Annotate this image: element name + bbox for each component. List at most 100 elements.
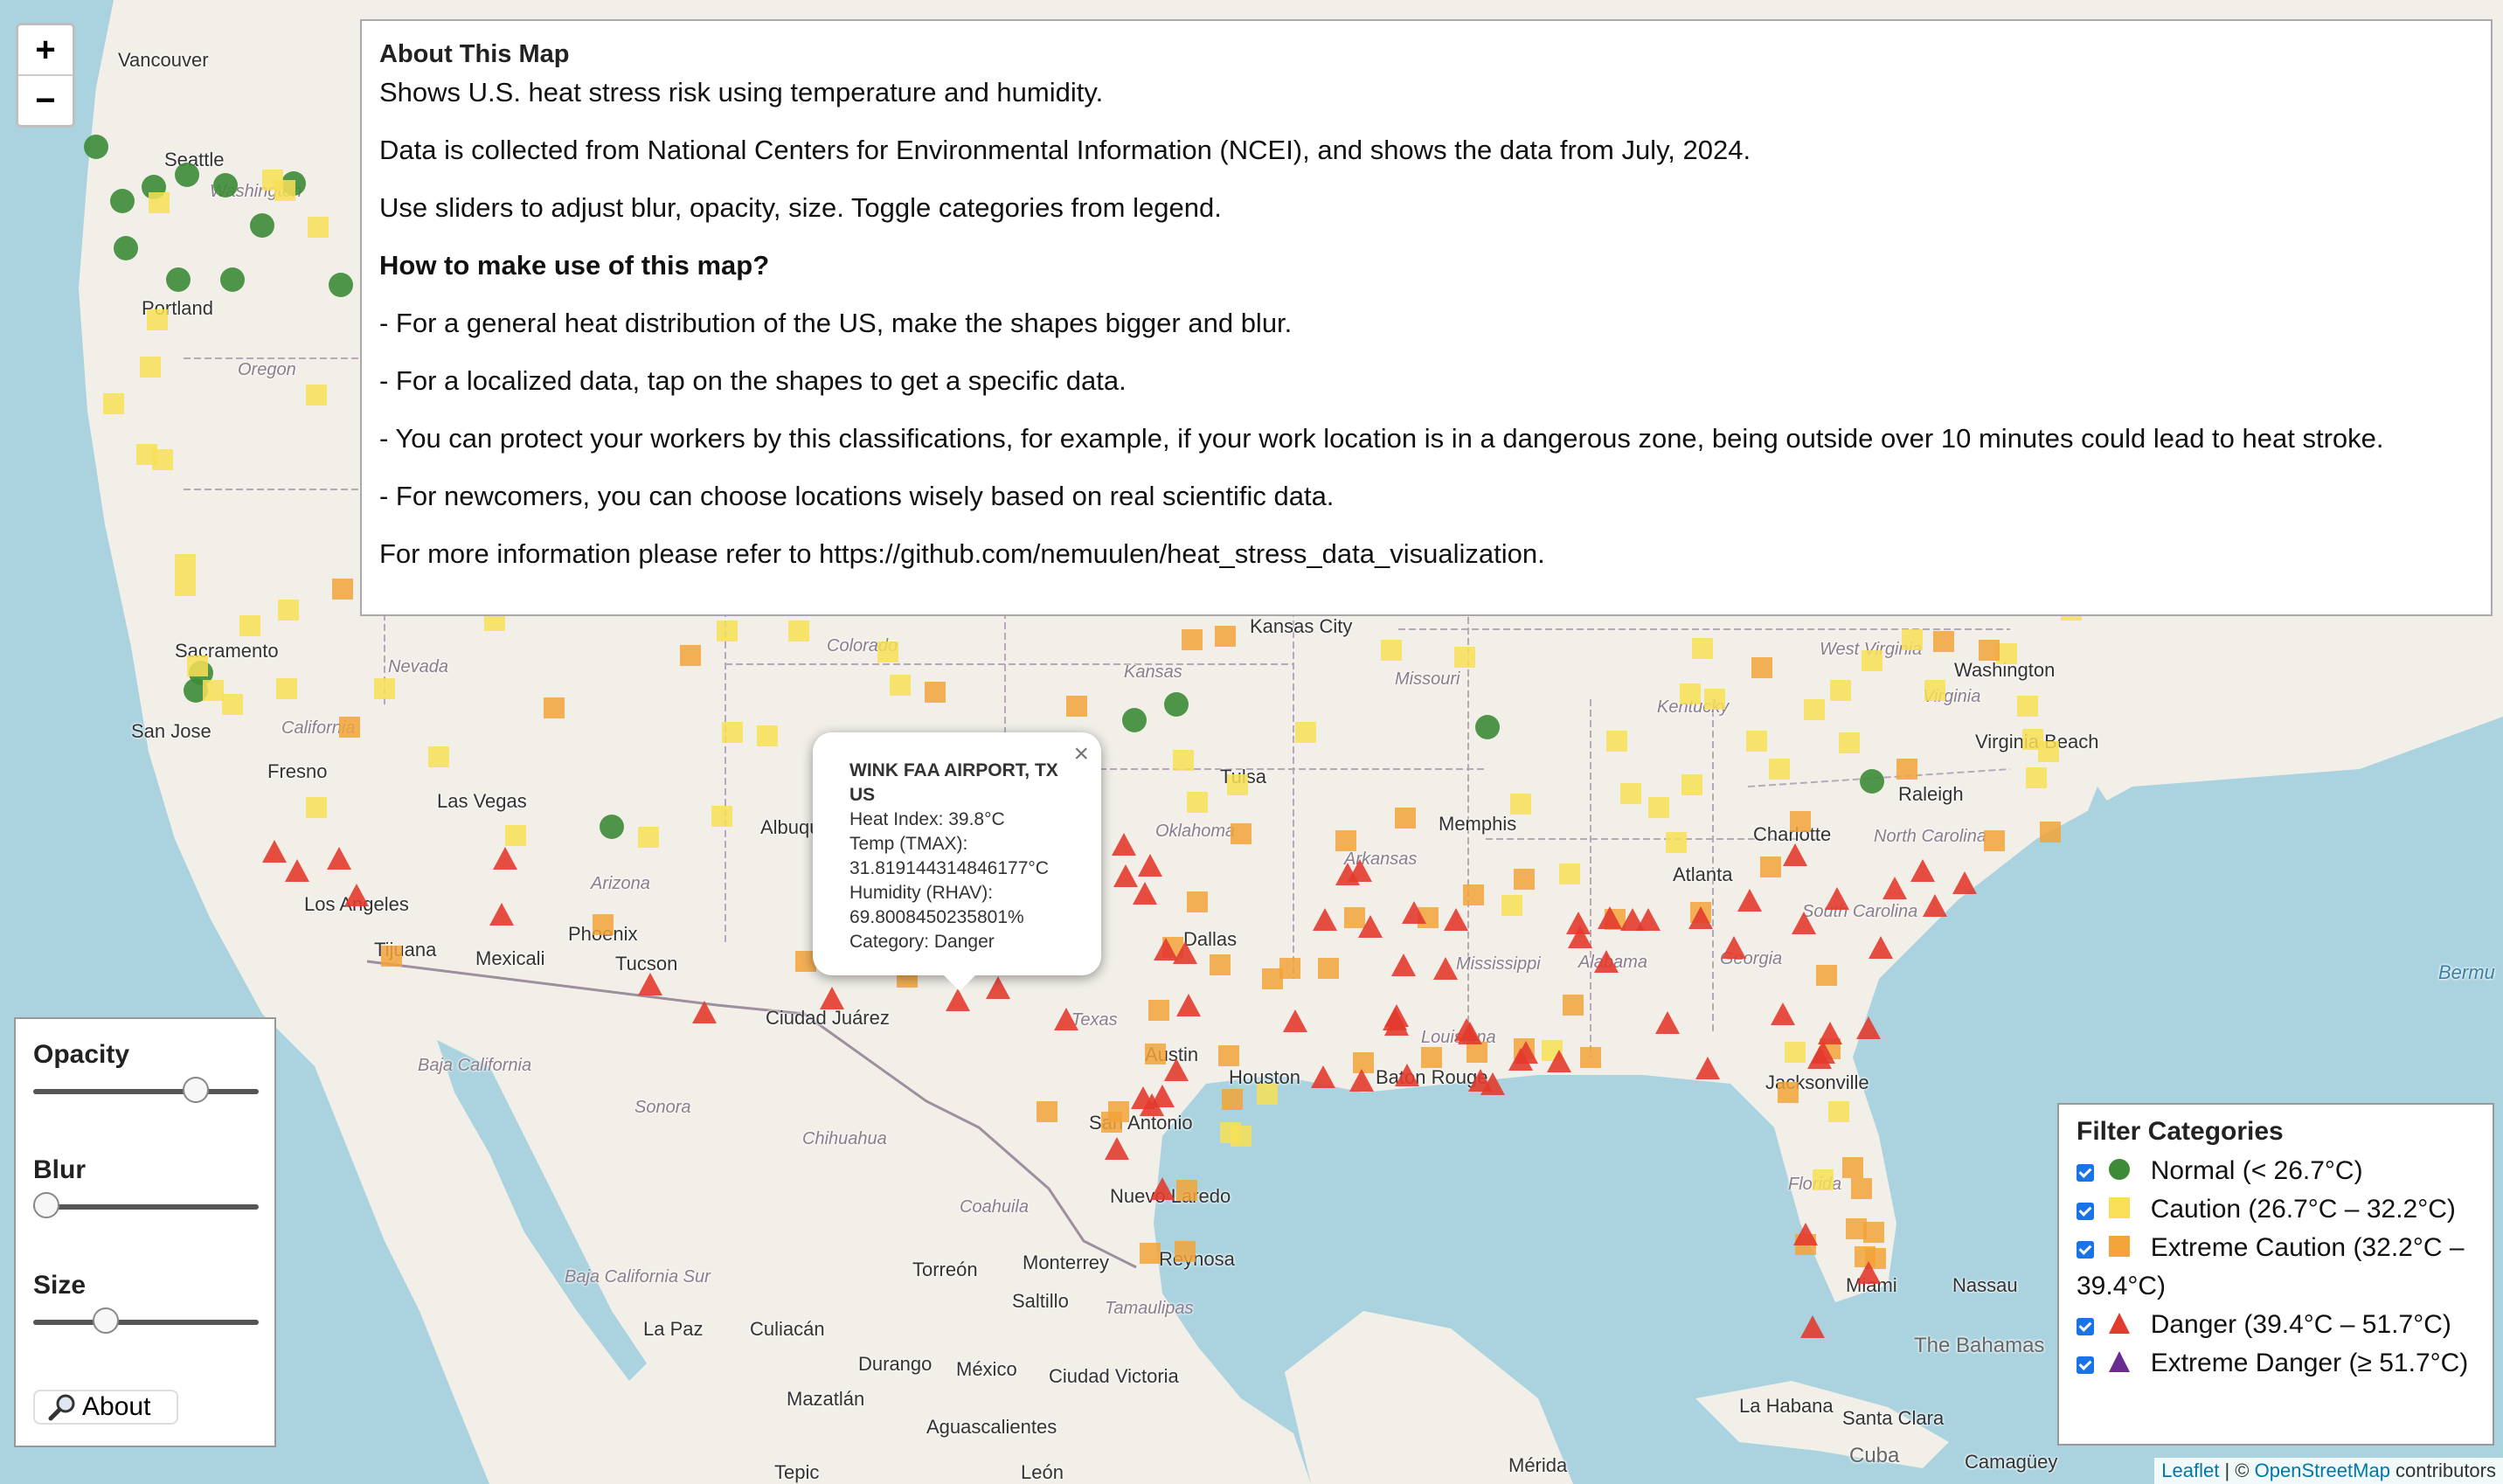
legend-checkbox[interactable] — [2077, 1203, 2094, 1220]
legend-checkbox[interactable] — [2077, 1356, 2094, 1374]
danger-station-marker[interactable] — [1800, 1315, 1825, 1338]
danger-station-marker[interactable] — [327, 847, 351, 870]
extreme-caution-station-marker[interactable] — [1846, 1218, 1867, 1239]
caution-station-marker[interactable] — [890, 675, 911, 696]
caution-station-marker[interactable] — [711, 806, 732, 827]
extreme-caution-station-marker[interactable] — [1182, 629, 1203, 650]
danger-station-marker[interactable] — [1176, 994, 1201, 1016]
danger-station-marker[interactable] — [1923, 894, 1947, 917]
danger-station-marker[interactable] — [489, 903, 514, 926]
caution-station-marker[interactable] — [187, 655, 208, 676]
legend-item-normal[interactable]: Normal (< 26.7°C) — [2077, 1152, 2475, 1190]
caution-station-marker[interactable] — [175, 575, 196, 596]
danger-station-marker[interactable] — [820, 987, 844, 1009]
danger-station-marker[interactable] — [1594, 950, 1619, 973]
extreme-caution-station-marker[interactable] — [381, 946, 402, 967]
legend-item-caution[interactable]: Caution (26.7°C – 32.2°C) — [2077, 1190, 2475, 1229]
danger-station-marker[interactable] — [1655, 1011, 1680, 1034]
caution-station-marker[interactable] — [1804, 699, 1825, 720]
caution-station-marker[interactable] — [1454, 647, 1475, 668]
extreme-caution-station-marker[interactable] — [1816, 965, 1837, 986]
danger-station-marker[interactable] — [1054, 1008, 1078, 1030]
caution-station-marker[interactable] — [505, 825, 526, 846]
extreme-caution-station-marker[interactable] — [1466, 1042, 1487, 1063]
extreme-caution-station-marker[interactable] — [1318, 958, 1339, 979]
danger-station-marker[interactable] — [986, 976, 1010, 999]
normal-station-marker[interactable] — [250, 213, 274, 238]
caution-station-marker[interactable] — [103, 393, 124, 414]
extreme-caution-station-marker[interactable] — [1145, 1044, 1166, 1064]
danger-station-marker[interactable] — [1856, 1261, 1881, 1284]
normal-station-marker[interactable] — [600, 815, 624, 839]
caution-station-marker[interactable] — [308, 217, 329, 238]
danger-station-marker[interactable] — [1783, 843, 1807, 866]
extreme-caution-station-marker[interactable] — [1984, 830, 2005, 851]
extreme-caution-station-marker[interactable] — [1563, 995, 1584, 1016]
danger-station-marker[interactable] — [1825, 887, 1849, 910]
danger-station-marker[interactable] — [1133, 882, 1157, 905]
caution-station-marker[interactable] — [203, 680, 224, 701]
extreme-caution-station-marker[interactable] — [2040, 822, 2061, 843]
danger-station-marker[interactable] — [1722, 936, 1746, 959]
normal-station-marker[interactable] — [114, 236, 138, 260]
legend-checkbox[interactable] — [2077, 1318, 2094, 1335]
opacity-slider-thumb[interactable] — [183, 1077, 209, 1103]
normal-station-marker[interactable] — [329, 273, 353, 297]
caution-station-marker[interactable] — [1902, 629, 1923, 650]
caution-station-marker[interactable] — [1620, 783, 1641, 804]
danger-station-marker[interactable] — [344, 884, 369, 906]
caution-station-marker[interactable] — [877, 641, 898, 662]
danger-station-marker[interactable] — [1910, 859, 1935, 882]
extreme-caution-station-marker[interactable] — [1140, 1243, 1161, 1264]
caution-station-marker[interactable] — [1173, 750, 1194, 771]
normal-station-marker[interactable] — [1122, 708, 1147, 732]
danger-station-marker[interactable] — [1688, 906, 1713, 929]
danger-station-marker[interactable] — [1311, 1065, 1335, 1088]
normal-station-marker[interactable] — [84, 135, 108, 159]
legend-checkbox[interactable] — [2077, 1164, 2094, 1182]
caution-station-marker[interactable] — [1381, 640, 1402, 661]
caution-station-marker[interactable] — [1680, 683, 1701, 704]
danger-station-marker[interactable] — [493, 847, 517, 870]
danger-station-marker[interactable] — [1793, 1223, 1818, 1245]
danger-station-marker[interactable] — [1444, 908, 1468, 931]
caution-station-marker[interactable] — [1813, 1169, 1834, 1190]
extreme-caution-station-marker[interactable] — [1222, 1089, 1243, 1110]
caution-station-marker[interactable] — [152, 449, 173, 470]
leaflet-link[interactable]: Leaflet — [2161, 1460, 2219, 1481]
danger-station-marker[interactable] — [1391, 954, 1416, 976]
caution-station-marker[interactable] — [1692, 638, 1713, 659]
caution-station-marker[interactable] — [276, 678, 297, 699]
caution-station-marker[interactable] — [1510, 794, 1531, 815]
normal-station-marker[interactable] — [1860, 769, 1884, 794]
extreme-caution-station-marker[interactable] — [1066, 696, 1087, 717]
caution-station-marker[interactable] — [1839, 732, 1860, 753]
danger-station-marker[interactable] — [1349, 1069, 1374, 1092]
caution-station-marker[interactable] — [1295, 722, 1316, 743]
caution-station-marker[interactable] — [1830, 680, 1851, 701]
danger-station-marker[interactable] — [946, 988, 970, 1011]
danger-station-marker[interactable] — [1771, 1002, 1795, 1025]
extreme-caution-station-marker[interactable] — [1335, 830, 1356, 851]
caution-station-marker[interactable] — [1924, 680, 1945, 701]
extreme-caution-station-marker[interactable] — [1421, 1047, 1442, 1068]
danger-station-marker[interactable] — [262, 840, 287, 863]
caution-station-marker[interactable] — [374, 678, 395, 699]
caution-station-marker[interactable] — [1681, 774, 1702, 795]
caution-station-marker[interactable] — [1828, 1101, 1849, 1122]
caution-station-marker[interactable] — [140, 357, 161, 378]
legend-item-extreme-danger[interactable]: Extreme Danger (≥ 51.7°C) — [2077, 1344, 2475, 1383]
danger-station-marker[interactable] — [1598, 906, 1622, 929]
danger-station-marker[interactable] — [1458, 1022, 1482, 1044]
danger-station-marker[interactable] — [1105, 1137, 1129, 1160]
normal-station-marker[interactable] — [110, 189, 135, 213]
zoom-in-button[interactable]: + — [18, 25, 73, 74]
legend-item-extreme-caution[interactable]: Extreme Caution (32.2°C – 39.4°C) — [2077, 1229, 2475, 1306]
caution-station-marker[interactable] — [788, 621, 809, 641]
danger-station-marker[interactable] — [1480, 1072, 1505, 1095]
caution-station-marker[interactable] — [175, 554, 196, 575]
extreme-caution-station-marker[interactable] — [1148, 1000, 1169, 1021]
caution-station-marker[interactable] — [147, 309, 168, 330]
normal-station-marker[interactable] — [166, 267, 191, 292]
danger-station-marker[interactable] — [1547, 1050, 1571, 1072]
